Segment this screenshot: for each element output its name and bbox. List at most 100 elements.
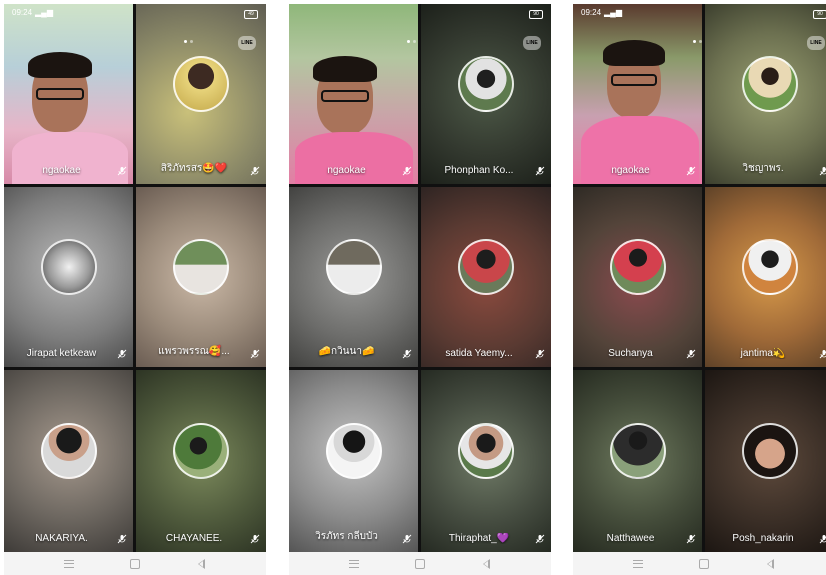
participant-name: NAKARIYA. (35, 533, 88, 544)
mic-muted-icon (402, 534, 412, 544)
participant-name: Jirapat ketkeaw (26, 348, 97, 359)
participant-tile[interactable]: 49 LINE สิริภัทรสร🤩❤️ (136, 4, 266, 184)
participant-tile[interactable]: วิรภัทร กลีบบัว (289, 370, 418, 552)
participant-name: ngaokae (42, 165, 81, 176)
mic-muted-icon (686, 534, 696, 544)
menu-button[interactable] (63, 559, 75, 569)
mic-muted-icon (250, 166, 260, 176)
mic-muted-icon (686, 349, 696, 359)
battery-icon: 90 (813, 10, 826, 19)
status-bar: 09:24 ▂▄▆ (581, 8, 622, 17)
participant-name: 🧀กวินนา🧀 (318, 346, 375, 357)
page-indicator (407, 40, 418, 43)
home-button[interactable] (414, 558, 426, 569)
home-icon (699, 558, 709, 569)
mic-muted-icon (117, 166, 127, 176)
mic-muted-icon (819, 350, 826, 359)
home-button[interactable] (129, 558, 141, 569)
participant-tile[interactable]: 90 LINE Phonphan Ko... (421, 4, 551, 184)
back-button[interactable] (195, 558, 207, 569)
menu-icon (633, 559, 643, 568)
mic-muted-icon (819, 167, 826, 176)
participant-tile[interactable]: 🧀กวินนา🧀 (289, 187, 418, 367)
participant-avatar (609, 423, 666, 479)
system-nav-bar (573, 552, 826, 575)
participant-tile[interactable]: Posh_nakarin (705, 370, 826, 552)
participant-avatar (325, 423, 382, 479)
signal-icon: ▂▄▆ (35, 8, 54, 17)
participant-name: Phonphan Ko... (444, 165, 514, 176)
participant-tile[interactable]: Suchanya (573, 187, 702, 367)
participant-name: แพรวพรรณ🥰... (158, 346, 230, 357)
participant-name: satida Yaemy... (445, 348, 513, 359)
participant-avatar (742, 423, 798, 479)
participant-tile[interactable]: แพรวพรรณ🥰... (136, 187, 266, 367)
participant-tile[interactable]: Natthawee (573, 370, 702, 552)
participant-tile[interactable]: jantima💫 (705, 187, 826, 367)
home-icon (415, 558, 425, 569)
mic-muted-icon (535, 349, 545, 359)
phone-screen-1: 09:24 ▂▄▆ ngaokae 49 LINE สิริภัทรสร🤩❤️ … (4, 4, 266, 575)
menu-icon (64, 559, 74, 568)
mic-muted-icon (117, 534, 127, 544)
system-nav-bar (289, 552, 551, 575)
participant-avatar (742, 56, 798, 112)
participant-tile[interactable]: satida Yaemy... (421, 187, 551, 367)
mic-muted-icon (250, 534, 260, 544)
participant-name: ngaokae (611, 165, 650, 176)
mic-muted-icon (250, 349, 260, 359)
home-button[interactable] (698, 558, 710, 569)
participant-avatar (325, 239, 382, 295)
line-logo-icon: LINE (523, 36, 541, 50)
back-icon (482, 558, 490, 569)
battery-icon: 90 (529, 10, 543, 19)
phone-screen-3: 09:24 ▂▄▆ ngaokae 90 LINE วิชญาพร. Sucha… (573, 4, 826, 575)
participant-tile[interactable]: Thiraphat_💜 (421, 370, 551, 552)
participant-avatar (173, 56, 229, 112)
participant-name: jantima💫 (740, 348, 786, 359)
page-indicator (184, 40, 193, 43)
participant-avatar (40, 239, 97, 295)
participant-avatar (458, 56, 514, 112)
participant-name: วิชญาพร. (742, 163, 784, 174)
system-nav-bar (4, 552, 266, 575)
participant-name: สิริภัทรสร🤩❤️ (160, 163, 228, 174)
video-grid: 09:24 ▂▄▆ ngaokae 49 LINE สิริภัทรสร🤩❤️ … (4, 4, 266, 552)
menu-button[interactable] (348, 559, 360, 569)
mic-muted-icon (402, 349, 412, 359)
participant-tile[interactable]: Jirapat ketkeaw (4, 187, 133, 367)
mic-muted-icon (819, 535, 826, 544)
participant-name: Posh_nakarin (732, 533, 794, 544)
participant-name: วิรภัทร กลีบบัว (315, 531, 378, 542)
mic-muted-icon (402, 166, 412, 176)
participant-avatar (40, 423, 97, 479)
line-logo-icon: LINE (807, 36, 825, 50)
participant-name: Suchanya (608, 348, 653, 359)
participant-name: CHAYANEE. (165, 533, 223, 544)
participant-tile[interactable]: NAKARIYA. (4, 370, 133, 552)
status-time: 09:24 (12, 8, 33, 17)
participant-name: ngaokae (327, 165, 366, 176)
participant-avatar (458, 423, 514, 479)
mic-muted-icon (117, 349, 127, 359)
battery-icon: 49 (244, 10, 258, 19)
participant-tile[interactable]: 90 LINE วิชญาพร. (705, 4, 826, 184)
self-video-tile[interactable]: ngaokae (289, 4, 418, 184)
participant-name: Natthawee (606, 533, 655, 544)
status-time: 09:24 (581, 8, 602, 17)
back-button[interactable] (764, 558, 776, 569)
self-video-tile[interactable]: 09:24 ▂▄▆ ngaokae (573, 4, 702, 184)
back-button[interactable] (480, 558, 492, 569)
back-icon (197, 558, 205, 569)
menu-icon (349, 559, 359, 568)
menu-button[interactable] (632, 559, 644, 569)
page-indicator (693, 40, 702, 43)
video-grid: 09:24 ▂▄▆ ngaokae 90 LINE วิชญาพร. Sucha… (573, 4, 826, 552)
self-video-tile[interactable]: 09:24 ▂▄▆ ngaokae (4, 4, 133, 184)
video-grid: ngaokae 90 LINE Phonphan Ko... 🧀กวินนา🧀 … (289, 4, 551, 552)
participant-tile[interactable]: CHAYANEE. (136, 370, 266, 552)
signal-icon: ▂▄▆ (604, 8, 623, 17)
participant-avatar (173, 423, 229, 479)
home-icon (130, 558, 140, 569)
mic-muted-icon (686, 166, 696, 176)
